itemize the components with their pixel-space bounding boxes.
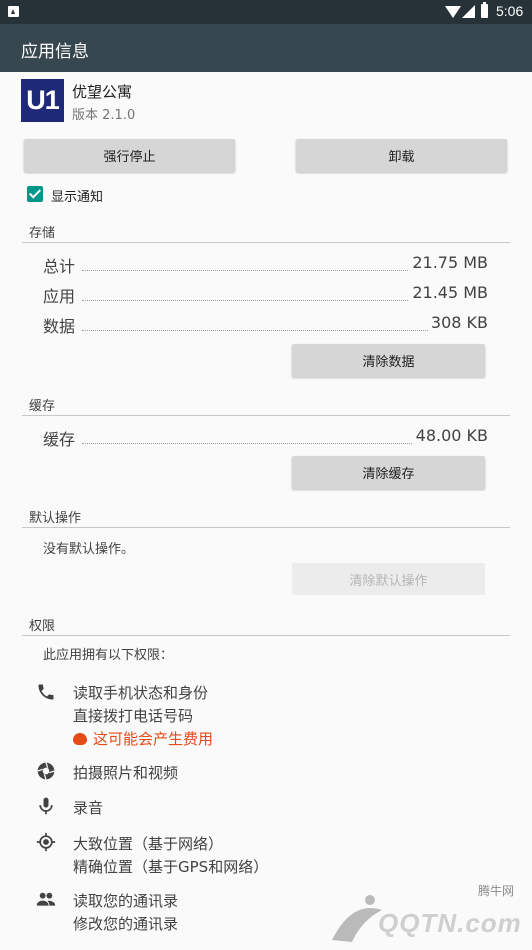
- permission-item: 录音: [73, 799, 104, 817]
- uninstall-button[interactable]: 卸载: [296, 139, 507, 172]
- signal-icon: [462, 5, 475, 18]
- watermark-logo-text: QQTN.com: [378, 908, 522, 938]
- cost-warning-text: 这可能会产生费用: [93, 730, 214, 748]
- storage-app-label: 应用: [43, 287, 76, 306]
- permission-item: 直接拨打电话号码: [73, 707, 194, 725]
- permission-item: 大致位置（基于网络）: [73, 835, 224, 853]
- location-icon: [36, 832, 56, 852]
- status-time: 5:06: [496, 3, 524, 19]
- clear-defaults-button[interactable]: 清除默认操作: [292, 563, 485, 595]
- force-stop-button[interactable]: 强行停止: [24, 139, 235, 172]
- app-name: 优望公寓: [72, 83, 133, 101]
- wifi-icon: [445, 6, 461, 18]
- storage-app-value: 21.45 MB: [409, 283, 488, 302]
- phone-icon: [38, 684, 54, 700]
- storage-divider: [22, 242, 510, 243]
- storage-data-value: 308 KB: [427, 313, 488, 332]
- cache-divider: [22, 415, 510, 416]
- cache-value: 48.00 KB: [412, 426, 488, 445]
- storage-total-label: 总计: [43, 257, 76, 276]
- clear-cache-button[interactable]: 清除缓存: [292, 456, 485, 489]
- cache-header: 缓存: [29, 399, 56, 414]
- permission-item: 精确位置（基于GPS和网络）: [73, 858, 269, 876]
- contacts-icon: [36, 892, 56, 906]
- defaults-divider: [22, 527, 510, 528]
- watermark-logo: 腾牛网 QQTN.com: [322, 880, 532, 946]
- no-defaults-text: 没有默认操作。: [43, 542, 135, 557]
- app-icon: U1: [21, 79, 64, 122]
- watermark-site: 腾牛网: [477, 884, 514, 898]
- defaults-header: 默认操作: [29, 511, 82, 526]
- clear-data-button[interactable]: 清除数据: [292, 344, 485, 377]
- battery-icon: [481, 2, 488, 18]
- show-notifications-checkbox[interactable]: [27, 186, 43, 202]
- page-title: 应用信息: [21, 42, 89, 62]
- app-bar: 应用信息: [0, 24, 532, 72]
- status-bar: 5:06: [0, 0, 532, 24]
- cache-label: 缓存: [43, 430, 76, 449]
- permission-item: 拍摄照片和视频: [73, 764, 179, 782]
- permissions-divider: [22, 635, 510, 636]
- storage-header: 存储: [29, 226, 56, 241]
- storage-total-value: 21.75 MB: [409, 253, 488, 272]
- permission-item: 读取手机状态和身份: [73, 684, 209, 702]
- camera-icon: [37, 762, 55, 780]
- permissions-intro: 此应用拥有以下权限：: [43, 648, 174, 663]
- microphone-icon: [39, 797, 53, 815]
- notification-icon: [8, 6, 19, 17]
- permissions-header: 权限: [29, 619, 56, 634]
- app-version: 版本 2.1.0: [72, 108, 136, 123]
- permission-item: 修改您的通讯录: [73, 915, 179, 933]
- storage-data-label: 数据: [43, 317, 76, 336]
- cost-warning-icon: [73, 733, 87, 745]
- permission-item: 读取您的通讯录: [73, 892, 179, 910]
- show-notifications-label[interactable]: 显示通知: [51, 186, 103, 205]
